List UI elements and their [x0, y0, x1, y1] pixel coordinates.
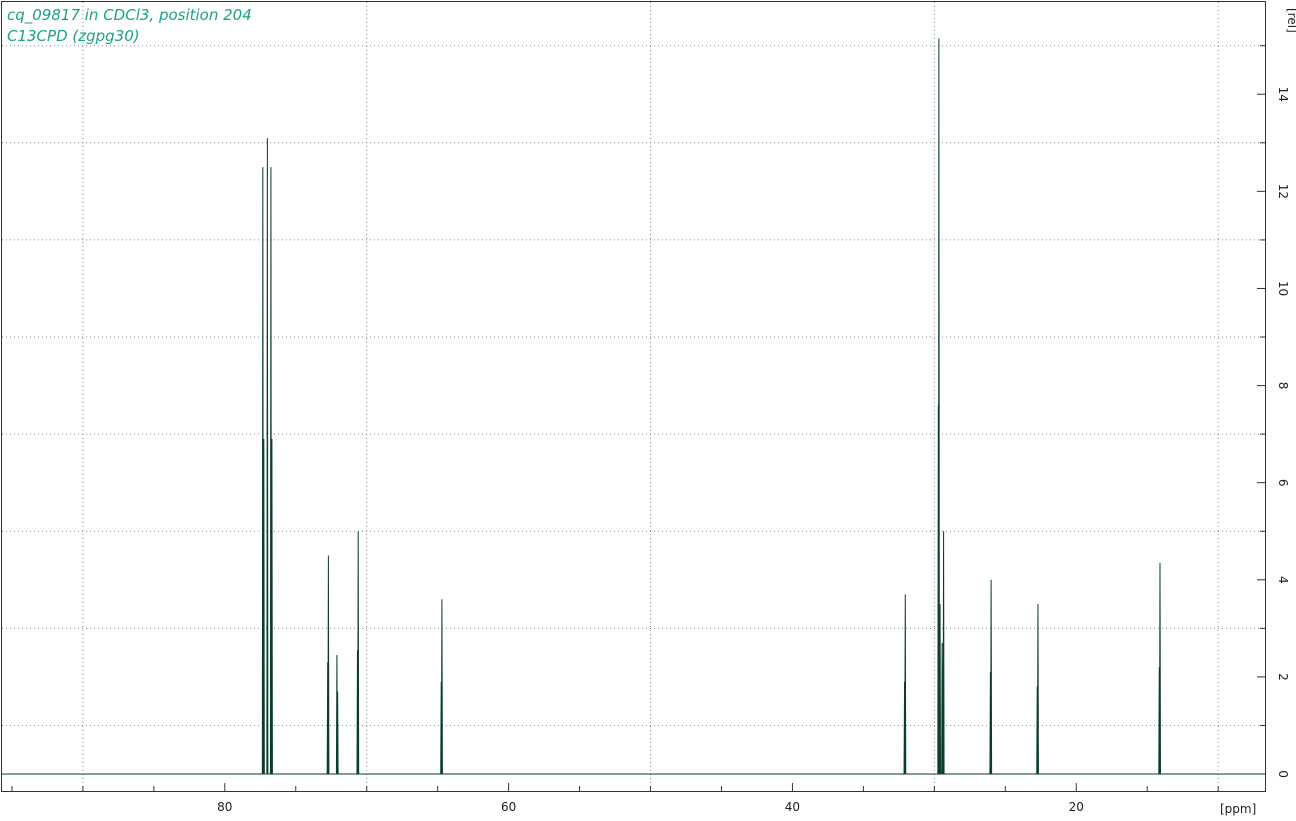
spectrum-trace [2, 38, 1265, 775]
x-tick-label: 40 [785, 800, 800, 814]
y-tick-label: 8 [1276, 382, 1290, 390]
y-tick-label: 4 [1276, 576, 1290, 584]
plot-frame [1, 1, 1266, 792]
x-tick-label: 60 [501, 800, 516, 814]
grid-layer [2, 2, 1265, 791]
y-tick-label: 14 [1276, 87, 1290, 102]
x-axis-unit-label: [ppm] [1220, 802, 1256, 816]
y-tick-label: 10 [1276, 281, 1290, 296]
y-tick-label: 2 [1276, 673, 1290, 681]
axis-layer [1, 1, 1266, 792]
y-tick-label: 6 [1276, 479, 1290, 487]
nmr-spectrum-chart: 80 60 40 20 0 2 4 6 8 10 12 14 [ppm] [rel] [1, 1, 1296, 816]
y-axis: 0 2 4 6 8 10 12 14 [1257, 45, 1290, 778]
y-axis-unit-label: [rel] [1285, 8, 1296, 33]
x-tick-label: 80 [217, 800, 232, 814]
x-axis: 80 60 40 20 [11, 783, 1219, 814]
y-tick-label: 0 [1276, 770, 1290, 778]
x-tick-label: 20 [1069, 800, 1084, 814]
y-tick-label: 12 [1276, 184, 1290, 199]
